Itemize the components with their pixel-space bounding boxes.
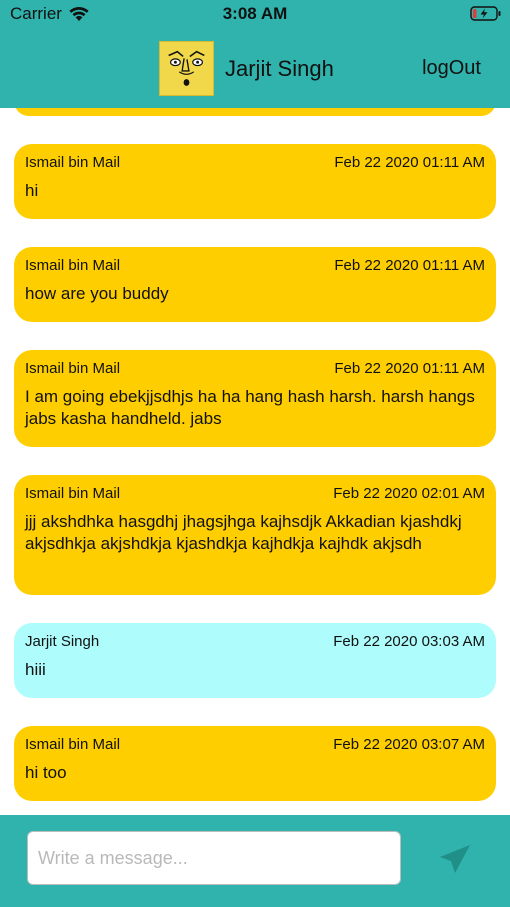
logout-button[interactable]: logOut	[422, 57, 481, 80]
status-bar: Carrier 3:08 AM	[0, 0, 510, 28]
message-text: hi too	[25, 763, 67, 782]
message-composer	[0, 815, 510, 907]
message-timestamp: Feb 22 2020 02:01 AM	[333, 485, 485, 502]
message-timestamp: Feb 22 2020 01:11 AM	[334, 154, 485, 171]
message-text: I am going ebekjjsdhjs ha ha hang hash h…	[25, 387, 475, 428]
nav-bar: Jarjit Singh logOut	[0, 28, 510, 108]
message-bubble: Ismail bin Mail Feb 22 2020 01:11 AM how…	[14, 247, 496, 322]
message-timestamp: Feb 22 2020 03:07 AM	[333, 736, 485, 753]
message-sender: Ismail bin Mail	[25, 736, 121, 753]
message-text: how are you buddy	[25, 284, 169, 303]
message-bubble: Ismail bin Mail Feb 22 2020 01:11 AM I a…	[14, 350, 496, 447]
partial-message-bubble	[14, 108, 496, 116]
message-bubble: Jarjit Singh Feb 22 2020 03:03 AM hiii	[14, 623, 496, 698]
message-timestamp: Feb 22 2020 01:11 AM	[334, 360, 485, 377]
message-timestamp: Feb 22 2020 01:11 AM	[334, 257, 485, 274]
battery-charging-icon	[470, 6, 501, 21]
message-list[interactable]: Ismail bin Mail Feb 22 2020 01:11 AM hi …	[0, 108, 510, 815]
message-text: jjj akshdhka hasgdhj jhagsjhga kajhsdjk …	[25, 512, 462, 553]
message-text: hi	[25, 181, 39, 200]
send-icon[interactable]	[436, 841, 474, 877]
chat-partner-name: Jarjit Singh	[225, 56, 334, 81]
message-bubble: Ismail bin Mail Feb 22 2020 01:11 AM hi	[14, 144, 496, 219]
message-bubble: Ismail bin Mail Feb 22 2020 03:07 AM hi …	[14, 726, 496, 801]
message-sender: Ismail bin Mail	[25, 485, 121, 502]
app-header: Carrier 3:08 AM Jarjit Singh logOut	[0, 0, 510, 108]
avatar[interactable]	[159, 41, 214, 96]
message-timestamp: Feb 22 2020 03:03 AM	[333, 633, 485, 650]
message-sender: Ismail bin Mail	[25, 257, 121, 274]
message-sender: Jarjit Singh	[25, 633, 100, 650]
message-input[interactable]	[27, 831, 401, 885]
message-sender: Ismail bin Mail	[25, 154, 121, 171]
status-time: 3:08 AM	[222, 4, 288, 23]
message-text: hiii	[25, 660, 46, 679]
message-sender: Ismail bin Mail	[25, 360, 121, 377]
message-bubble: Ismail bin Mail Feb 22 2020 02:01 AM jjj…	[14, 475, 496, 595]
